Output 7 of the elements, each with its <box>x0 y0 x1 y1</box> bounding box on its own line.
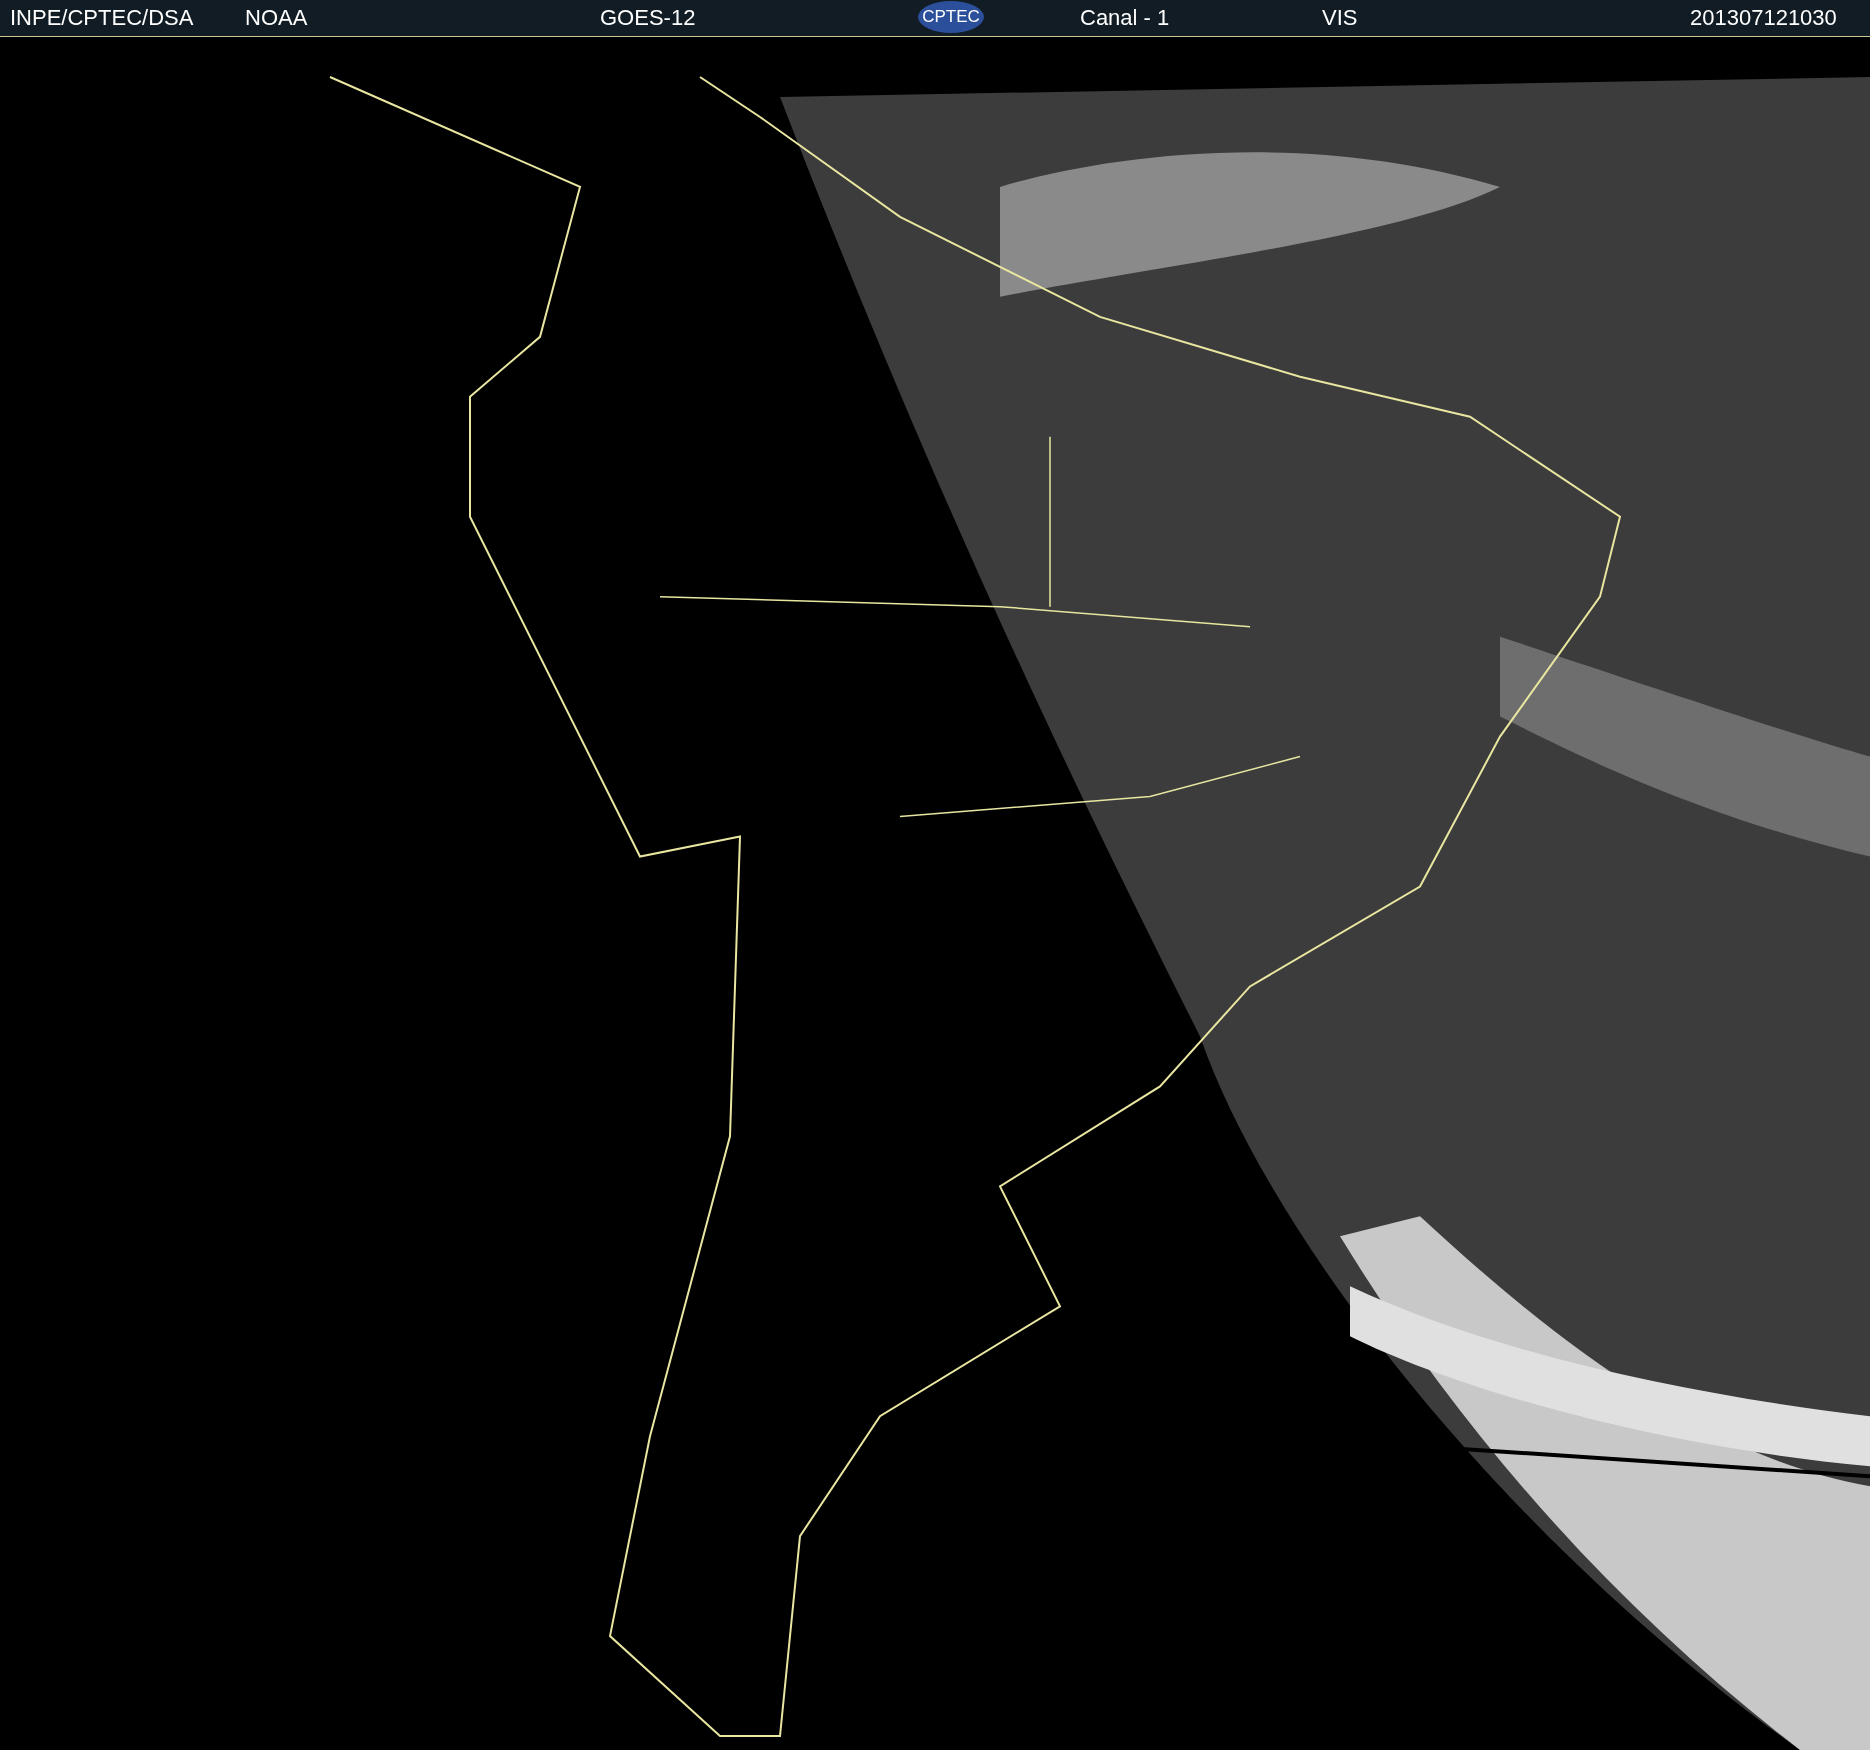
header-label: INPE/CPTEC/DSA <box>10 6 194 30</box>
header-label: NOAA <box>245 6 308 30</box>
header-label: 201307121030 <box>1690 6 1837 30</box>
logo: CPTEC <box>918 1 984 33</box>
header-label: VIS <box>1322 6 1358 30</box>
header-label: GOES-12 <box>600 6 696 30</box>
header-label: Canal - 1 <box>1080 6 1170 30</box>
